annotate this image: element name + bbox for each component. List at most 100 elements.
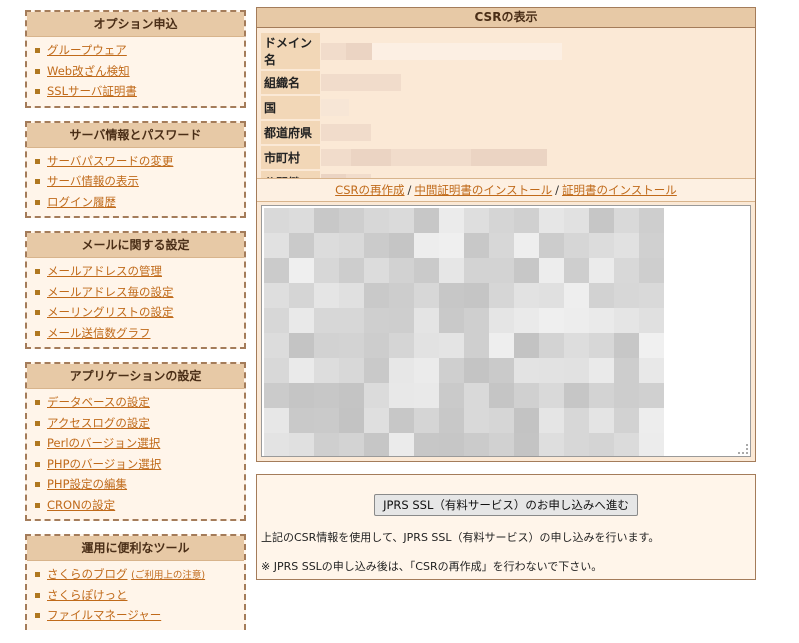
redacted-pixel	[639, 408, 664, 433]
link-sakura-blog[interactable]: さくらのブログ	[47, 567, 128, 581]
redacted-pixel	[514, 208, 539, 233]
link-database-settings[interactable]: データベースの設定	[47, 395, 150, 409]
redacted-pixel	[314, 308, 339, 333]
link-perl-version[interactable]: Perlのバージョン選択	[47, 436, 160, 450]
link-sakura-pocket[interactable]: さくらぽけっと	[47, 588, 128, 602]
link-separator: /	[407, 183, 412, 197]
redacted-pixel	[339, 358, 364, 383]
csr-label: 組織名	[261, 71, 320, 94]
link-groupware[interactable]: グループウェア	[47, 43, 127, 57]
redacted-pixel	[414, 283, 439, 308]
link-ssl-certificate[interactable]: SSLサーバ証明書	[47, 84, 137, 98]
redacted-pixel	[639, 383, 664, 408]
redacted-pixel	[489, 358, 514, 383]
apply-jprs-ssl-button[interactable]: JPRS SSL（有料サービス）のお申し込みへ進む	[374, 494, 638, 516]
sidebar-item-mailing-list: メーリングリストの設定	[35, 302, 244, 323]
csr-row-domain: ドメイン名	[261, 33, 752, 69]
link-web-tamper-detection[interactable]: Web改ざん検知	[47, 64, 130, 78]
redacted-pixel	[564, 258, 589, 283]
redacted-pixel	[289, 433, 314, 456]
bullet-icon	[35, 441, 40, 446]
sidebar-item-access-log: アクセスログの設定	[35, 413, 244, 434]
redacted-pixel	[464, 208, 489, 233]
redacted-pixel	[464, 383, 489, 408]
sidebar-section-tools: 運用に便利なツール さくらのブログ (ご利用上の注意) さくらぽけっと ファイル…	[25, 534, 246, 630]
csr-title: CSRの表示	[257, 8, 755, 28]
section-title: アプリケーションの設定	[27, 364, 244, 389]
link-recreate-csr[interactable]: CSRの再作成	[335, 183, 404, 197]
redacted-pixel	[539, 408, 564, 433]
link-cron-settings[interactable]: CRONの設定	[47, 498, 115, 512]
redacted-pixel	[639, 208, 664, 233]
redacted-pixel	[464, 358, 489, 383]
redacted-pixel	[564, 208, 589, 233]
bullet-icon	[35, 179, 40, 184]
redacted-pixel	[314, 233, 339, 258]
link-access-log-settings[interactable]: アクセスログの設定	[47, 416, 150, 430]
redacted-pixel	[539, 383, 564, 408]
csr-value-redacted	[320, 71, 752, 94]
redacted-pixel	[614, 208, 639, 233]
link-login-history[interactable]: ログイン履歴	[47, 195, 116, 209]
link-mailing-list[interactable]: メーリングリストの設定	[47, 305, 174, 319]
sidebar-item-ssl: SSLサーバ証明書	[35, 81, 244, 102]
csr-text-area[interactable]	[261, 205, 751, 457]
redacted-pixel	[639, 233, 664, 258]
redacted-pixel	[614, 308, 639, 333]
sidebar-item-pocket: さくらぽけっと	[35, 585, 244, 606]
link-install-intermediate-cert[interactable]: 中間証明書のインストール	[414, 183, 552, 197]
redacted-pixel	[364, 408, 389, 433]
resize-handle-icon[interactable]	[738, 444, 748, 454]
redacted-pixel	[414, 208, 439, 233]
bullet-icon	[35, 613, 40, 618]
redacted-pixel	[514, 233, 539, 258]
redacted-pixel	[589, 258, 614, 283]
link-mail-send-graph[interactable]: メール送信数グラフ	[47, 326, 151, 340]
redacted-pixel	[264, 283, 289, 308]
redacted-pixel	[439, 433, 464, 456]
redacted-pixel	[489, 258, 514, 283]
redacted-pixel	[339, 233, 364, 258]
section-title: サーバ情報とパスワード	[27, 122, 244, 148]
bullet-icon	[35, 502, 40, 508]
sidebar-item-mail-settings: メールアドレス毎の設定	[35, 282, 244, 303]
sidebar-item-server-info: サーバ情報の表示	[35, 171, 244, 192]
csr-value-redacted	[320, 96, 752, 119]
redacted-pixel	[264, 358, 289, 383]
link-php-version[interactable]: PHPのバージョン選択	[47, 457, 161, 471]
sidebar-item-php-edit: PHP設定の編集	[35, 474, 244, 495]
redacted-pixel	[564, 433, 589, 456]
bullet-icon	[35, 48, 40, 53]
link-install-cert[interactable]: 証明書のインストール	[562, 183, 677, 197]
redacted-pixel	[564, 408, 589, 433]
link-server-info[interactable]: サーバ情報の表示	[47, 174, 139, 188]
redacted-pixel	[314, 208, 339, 233]
link-blog-usage-notes[interactable]: (ご利用上の注意)	[131, 570, 205, 581]
link-php-settings-edit[interactable]: PHP設定の編集	[47, 477, 127, 491]
sidebar-item-groupware: グループウェア	[35, 40, 244, 61]
redacted-pixel	[564, 333, 589, 358]
redacted-pixel	[464, 408, 489, 433]
redacted-pixel	[289, 283, 314, 308]
bullet-icon	[35, 592, 40, 598]
redacted-pixel	[289, 408, 314, 433]
redacted-pixel	[264, 383, 289, 408]
redacted-pixel	[264, 233, 289, 258]
redacted-pixel	[489, 408, 514, 433]
link-change-password[interactable]: サーバパスワードの変更	[47, 154, 173, 168]
link-mail-address-management[interactable]: メールアドレスの管理	[47, 264, 162, 278]
redacted-pixel	[389, 408, 414, 433]
bullet-icon	[35, 482, 40, 487]
redacted-pixel	[489, 308, 514, 333]
csr-redacted-content	[264, 208, 664, 456]
csr-row-prefecture: 都道府県	[261, 121, 752, 144]
csr-label: ドメイン名	[261, 33, 320, 69]
redacted-pixel	[439, 233, 464, 258]
redacted-pixel	[564, 233, 589, 258]
redacted-pixel	[364, 333, 389, 358]
redacted-pixel	[389, 433, 414, 456]
redacted-pixel	[439, 258, 464, 283]
link-mail-address-settings[interactable]: メールアドレス毎の設定	[47, 285, 174, 299]
bullet-icon	[35, 269, 40, 274]
link-file-manager[interactable]: ファイルマネージャー	[47, 608, 161, 622]
